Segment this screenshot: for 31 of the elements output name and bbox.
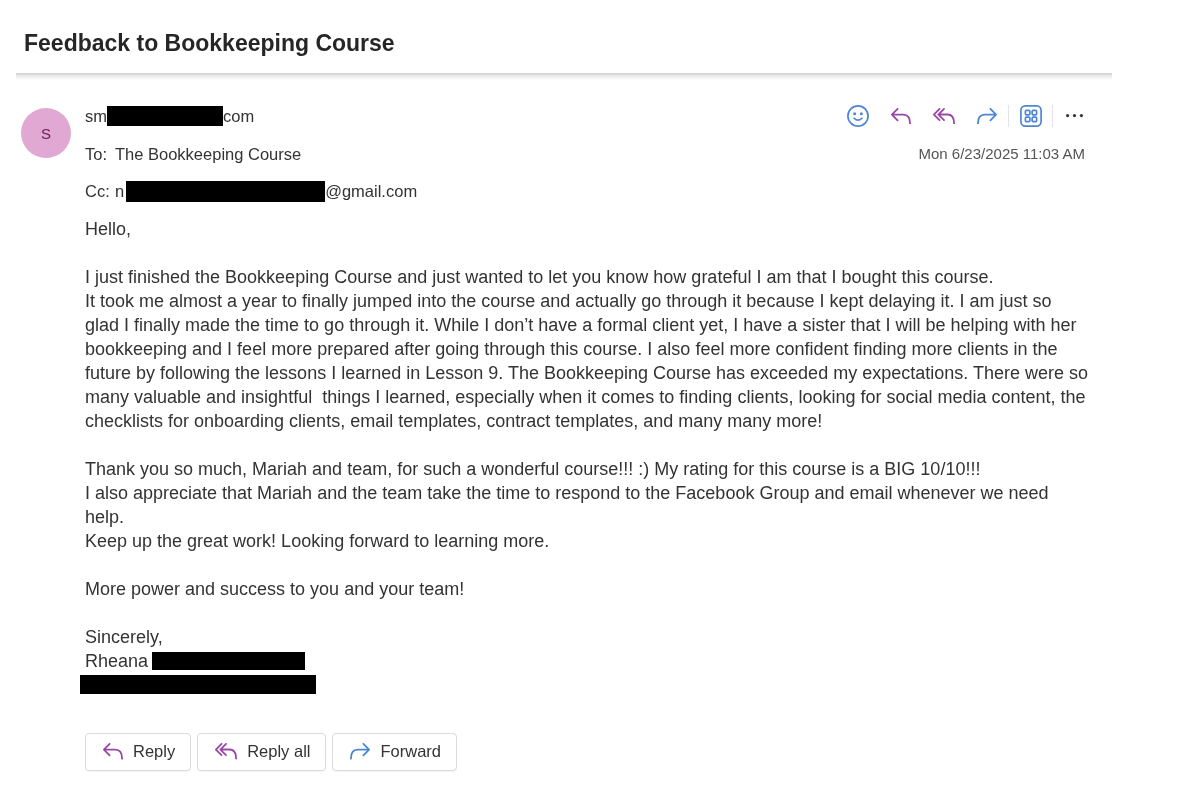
apps-grid-icon [1019, 105, 1042, 127]
cc-address: n [115, 181, 125, 202]
sender-address: com [223, 106, 255, 127]
sent-date: Mon 6/23/2025 11:03 AM [918, 145, 1085, 162]
signature-name: Rheana [85, 649, 149, 673]
email-subject: Feedback to Bookkeeping Course [24, 29, 395, 58]
forward-icon [976, 107, 997, 125]
reply-icon [890, 107, 911, 125]
message-text: Keep up the great work! Looking forward to learning more. [85, 529, 551, 553]
reply-button[interactable]: Reply [85, 732, 192, 771]
to-label: To: [85, 143, 108, 165]
avatar: S [21, 108, 71, 158]
sender-address: sm [85, 106, 107, 127]
reply-all-icon [932, 107, 955, 125]
message-text: I just finished the Bookkeeping Course and just wanted to let you know how grateful I am that I bought this course. [85, 265, 995, 289]
message-text: More power and success to you and your team! [85, 577, 466, 601]
more-options-icon [1066, 114, 1083, 118]
cc-address: @gmail.com [325, 181, 418, 202]
cc-label: Cc: [85, 181, 111, 202]
reply-all-button[interactable]: Reply all [197, 732, 327, 771]
forward-button[interactable]: Forward [332, 732, 457, 771]
closing-text: Sincerely, [85, 625, 164, 649]
message-text: I also appreciate that Mariah and the team take the time to respond to the Facebook Group and email whenever we need help. [85, 481, 1050, 529]
reply-all-icon [215, 743, 238, 760]
reply-icon [103, 743, 123, 760]
greeting-text: Hello, [85, 217, 133, 241]
message-text: Thank you so much, Mariah and team, for such a wonderful course!!! :) My rating for this course is a BIG 10/10!!! [85, 457, 982, 481]
smiley-icon [846, 105, 869, 127]
recipient-name: The Bookkeeping Course [115, 143, 302, 165]
forward-icon [350, 743, 371, 760]
message-text: It took me almost a year to finally jumped into the course and actually go through it because I kept delaying it. I am just so glad I finally made the time to go through it. While I don’t have a formal client yet, I have a sister that I will be helping with her bookkeeping and I feel more prepared after going through this course. I also feel more confident finding more clients in the future by following the lessons I learned in Lesson 9. The Bookkeeping Course has exceeded my expectations. There were so many valuable and insightful things I learned, especially when it comes to finding clients, looking for social media content, the checklists for onboarding clients, email templates, contract templates, and many many more! [85, 289, 1088, 433]
